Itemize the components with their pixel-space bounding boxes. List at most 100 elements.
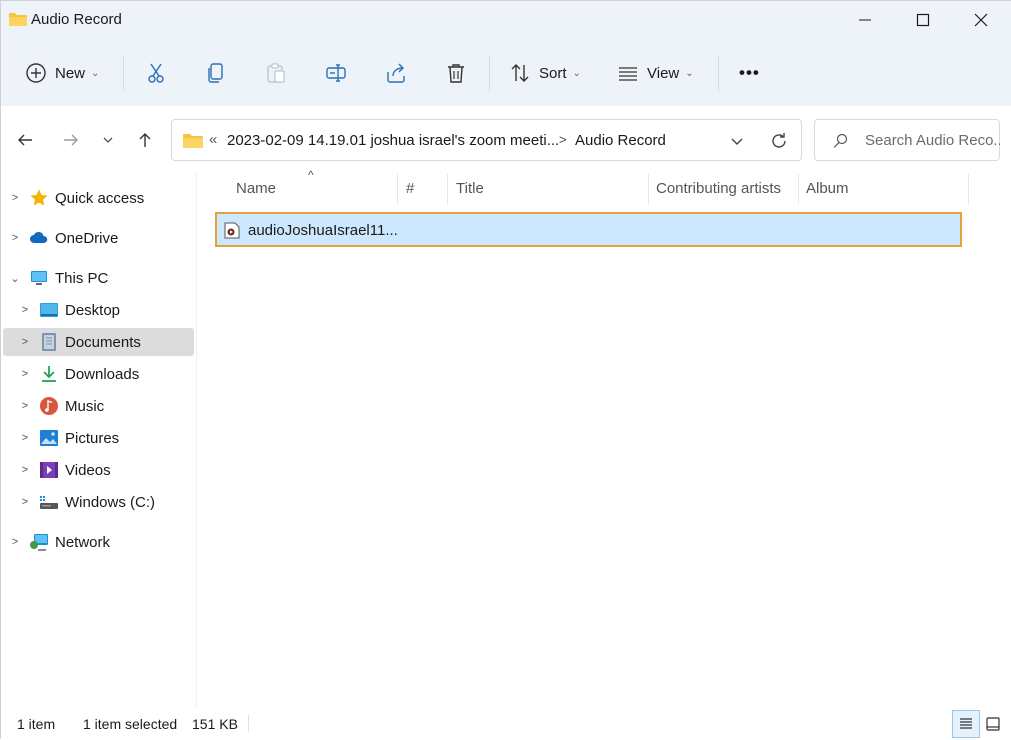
chevron-right-icon[interactable]: > (8, 535, 22, 549)
column-divider[interactable] (447, 174, 448, 204)
column-header-contributing-artists[interactable]: Contributing artists (656, 172, 798, 204)
up-button[interactable] (133, 128, 157, 152)
breadcrumb-separator[interactable]: > (559, 132, 567, 147)
column-header-name[interactable]: Name ^ (236, 168, 398, 204)
selection-count: 1 item selected (83, 716, 178, 732)
sidebar-item-pictures[interactable]: > Pictures (3, 424, 194, 452)
sidebar-item-label: Quick access (55, 189, 145, 207)
search-input[interactable]: Search Audio Reco... (865, 132, 1000, 149)
sidebar-item-onedrive[interactable]: > OneDrive (3, 224, 194, 252)
sidebar-item-network[interactable]: > Network (3, 528, 194, 556)
column-divider[interactable] (968, 174, 969, 204)
chevron-right-icon[interactable]: > (18, 495, 32, 509)
sidebar-item-label: Desktop (65, 301, 121, 319)
chevron-down-icon: ⌄ (91, 67, 100, 79)
arrow-up-icon (139, 133, 151, 147)
cloud-icon (30, 231, 48, 243)
rename-button[interactable] (319, 53, 353, 93)
sidebar-item-this-pc[interactable]: ⌄ This PC (3, 264, 194, 292)
column-divider[interactable] (397, 174, 398, 204)
share-button[interactable] (379, 53, 413, 93)
selection-size: 151 KB (192, 716, 238, 732)
paste-button[interactable] (259, 53, 293, 93)
videos-icon (40, 462, 58, 478)
chevron-right-icon[interactable]: > (8, 191, 22, 205)
maximize-button[interactable] (894, 1, 952, 39)
chevron-right-icon[interactable]: > (18, 399, 32, 413)
copy-button[interactable] (199, 53, 233, 93)
breadcrumb-overflow[interactable]: « (209, 131, 217, 148)
plus-circle-icon (26, 63, 46, 83)
more-options-icon: ••• (739, 63, 760, 82)
chevron-down-icon[interactable]: ⌄ (8, 271, 22, 285)
address-row: « 2023-02-09 14.19.01 joshua israel's zo… (1, 106, 1011, 172)
view-label: View (647, 64, 680, 82)
status-bar: 1 item 1 item selected 151 KB (1, 707, 1011, 740)
details-view-button[interactable] (952, 710, 980, 738)
breadcrumb-item-audio-record[interactable]: Audio Record (575, 132, 666, 149)
recent-locations-button[interactable] (97, 128, 119, 152)
forward-button[interactable] (59, 128, 83, 152)
new-button[interactable]: New ⌄ (19, 53, 105, 93)
column-header-number[interactable]: # (406, 172, 448, 204)
sidebar-item-label: Network (55, 533, 111, 551)
sidebar-item-windows-c[interactable]: > Windows (C:) (3, 488, 194, 516)
view-button[interactable]: View ⌄ (611, 53, 700, 93)
address-history-chevron-icon[interactable] (727, 131, 747, 151)
sidebar-item-documents[interactable]: > Documents (3, 328, 194, 356)
sidebar-item-label: Downloads (65, 365, 140, 383)
details-view-icon (960, 718, 972, 729)
sidebar-item-videos[interactable]: > Videos (3, 456, 194, 484)
download-icon (42, 366, 56, 382)
column-divider[interactable] (648, 174, 649, 204)
delete-button[interactable] (439, 53, 473, 93)
close-button[interactable] (952, 1, 1010, 39)
item-count: 1 item (17, 716, 56, 732)
paste-icon (267, 63, 285, 83)
column-header-title[interactable]: Title (456, 172, 648, 204)
sidebar-item-music[interactable]: > Music (3, 392, 194, 420)
maximize-icon (916, 13, 930, 27)
column-header-number-label: # (406, 179, 415, 197)
window-title: Audio Record (31, 11, 122, 28)
chevron-right-icon[interactable]: > (18, 303, 32, 317)
desktop-icon (40, 303, 58, 317)
minimize-button[interactable] (836, 1, 894, 39)
search-box[interactable]: Search Audio Reco... (814, 119, 1000, 161)
chevron-right-icon[interactable]: > (18, 463, 32, 477)
command-bar: New ⌄ Sort ⌄ View ⌄ ••• (1, 39, 1011, 106)
chevron-down-icon: ⌄ (572, 67, 581, 79)
sidebar-item-quick-access[interactable]: > Quick access (3, 184, 194, 212)
search-icon (833, 133, 848, 148)
address-bar[interactable]: « 2023-02-09 14.19.01 joshua israel's zo… (171, 119, 802, 161)
sidebar-item-downloads[interactable]: > Downloads (3, 360, 194, 388)
column-header-album[interactable]: Album (806, 172, 968, 204)
cut-button[interactable] (139, 53, 173, 93)
chevron-right-icon[interactable]: > (8, 231, 22, 245)
file-name: audioJoshuaIsrael11... (248, 222, 398, 239)
chevron-right-icon[interactable]: > (18, 431, 32, 445)
more-options-button[interactable]: ••• (733, 53, 766, 93)
title-bar[interactable]: Audio Record (1, 1, 1011, 39)
sidebar-item-desktop[interactable]: > Desktop (3, 296, 194, 324)
folder-icon (9, 13, 27, 26)
drive-icon (40, 496, 58, 509)
back-button[interactable] (13, 128, 37, 152)
column-divider[interactable] (798, 174, 799, 204)
chevron-right-icon[interactable]: > (18, 367, 32, 381)
music-icon (40, 397, 58, 415)
refresh-icon[interactable] (769, 131, 789, 151)
sidebar-item-label: OneDrive (55, 229, 119, 247)
chevron-right-icon[interactable]: > (18, 335, 32, 349)
view-list-icon (619, 67, 637, 81)
column-header-album-label: Album (806, 179, 849, 197)
folder-icon (183, 134, 203, 148)
file-row[interactable]: audioJoshuaIsrael11... (215, 212, 962, 247)
sort-button[interactable]: Sort ⌄ (503, 53, 587, 93)
sidebar-item-label: Pictures (65, 429, 120, 447)
copy-icon (208, 63, 223, 83)
large-icons-view-button[interactable] (979, 710, 1007, 738)
audio-file-icon (224, 222, 240, 239)
breadcrumb-item-meeting-folder[interactable]: 2023-02-09 14.19.01 joshua israel's zoom… (227, 132, 559, 149)
sort-label: Sort (539, 64, 567, 82)
